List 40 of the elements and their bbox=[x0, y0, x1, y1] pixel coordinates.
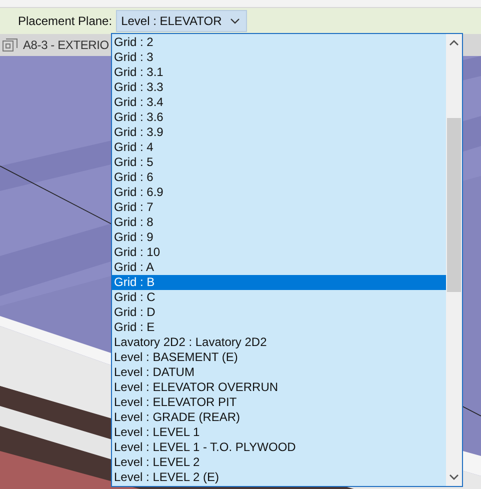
list-item[interactable]: Grid : 5 bbox=[112, 155, 446, 170]
list-item[interactable]: Grid : 4 bbox=[112, 140, 446, 155]
list-item[interactable]: Level : BASEMENT (E) bbox=[112, 350, 446, 365]
list-item[interactable]: Grid : B bbox=[112, 275, 446, 290]
list-item[interactable]: Grid : 8 bbox=[112, 215, 446, 230]
list-item[interactable]: Grid : C bbox=[112, 290, 446, 305]
list-item[interactable]: Grid : 3.9 bbox=[112, 125, 446, 140]
list-item[interactable]: Level : LEVEL 2 (E) bbox=[112, 470, 446, 485]
list-item[interactable]: Grid : D bbox=[112, 305, 446, 320]
list-item[interactable]: Level : ELEVATOR PIT bbox=[112, 395, 446, 410]
view-tab-title: A8-3 - EXTERIO bbox=[23, 38, 109, 52]
list-item[interactable]: Level : LEVEL 1 bbox=[112, 425, 446, 440]
list-item[interactable]: Grid : 2 bbox=[112, 35, 446, 50]
list-item[interactable]: Grid : 9 bbox=[112, 230, 446, 245]
placement-plane-dropdown[interactable]: Level : ELEVATOR bbox=[116, 10, 247, 32]
list-item[interactable]: Level : DATUM bbox=[112, 365, 446, 380]
chevron-down-icon bbox=[230, 18, 240, 24]
list-item[interactable]: Grid : 10 bbox=[112, 245, 446, 260]
list-item[interactable]: Level : GRADE (REAR) bbox=[112, 410, 446, 425]
list-item[interactable]: Grid : 6 bbox=[112, 170, 446, 185]
scrollbar-thumb[interactable] bbox=[447, 118, 461, 292]
list-item[interactable]: Level : ELEVATOR OVERRUN bbox=[112, 380, 446, 395]
list-item[interactable]: Grid : 3.6 bbox=[112, 110, 446, 125]
list-item[interactable]: Lavatory 2D2 : Lavatory 2D2 bbox=[112, 335, 446, 350]
list-item[interactable]: Grid : 6.9 bbox=[112, 185, 446, 200]
list-item[interactable]: Grid : 3.1 bbox=[112, 65, 446, 80]
list-item[interactable]: Level : LEVEL 1 - T.O. PLYWOOD bbox=[112, 440, 446, 455]
list-item[interactable]: Grid : 3 bbox=[112, 50, 446, 65]
scroll-down-icon[interactable] bbox=[449, 473, 459, 481]
list-item[interactable]: Grid : A bbox=[112, 260, 446, 275]
list-item[interactable]: Grid : E bbox=[112, 320, 446, 335]
placement-plane-label: Placement Plane: bbox=[18, 14, 112, 28]
list-item[interactable]: Grid : 3.4 bbox=[112, 95, 446, 110]
list-item[interactable]: Grid : 3.3 bbox=[112, 80, 446, 95]
view-tab[interactable]: A8-3 - EXTERIO bbox=[0, 34, 110, 56]
list-item[interactable]: Level : LEVEL 2 bbox=[112, 455, 446, 470]
list-item[interactable]: Grid : 7 bbox=[112, 200, 446, 215]
scrollbar[interactable] bbox=[446, 34, 462, 486]
scroll-up-icon[interactable] bbox=[449, 39, 459, 47]
view-icon bbox=[2, 38, 18, 52]
